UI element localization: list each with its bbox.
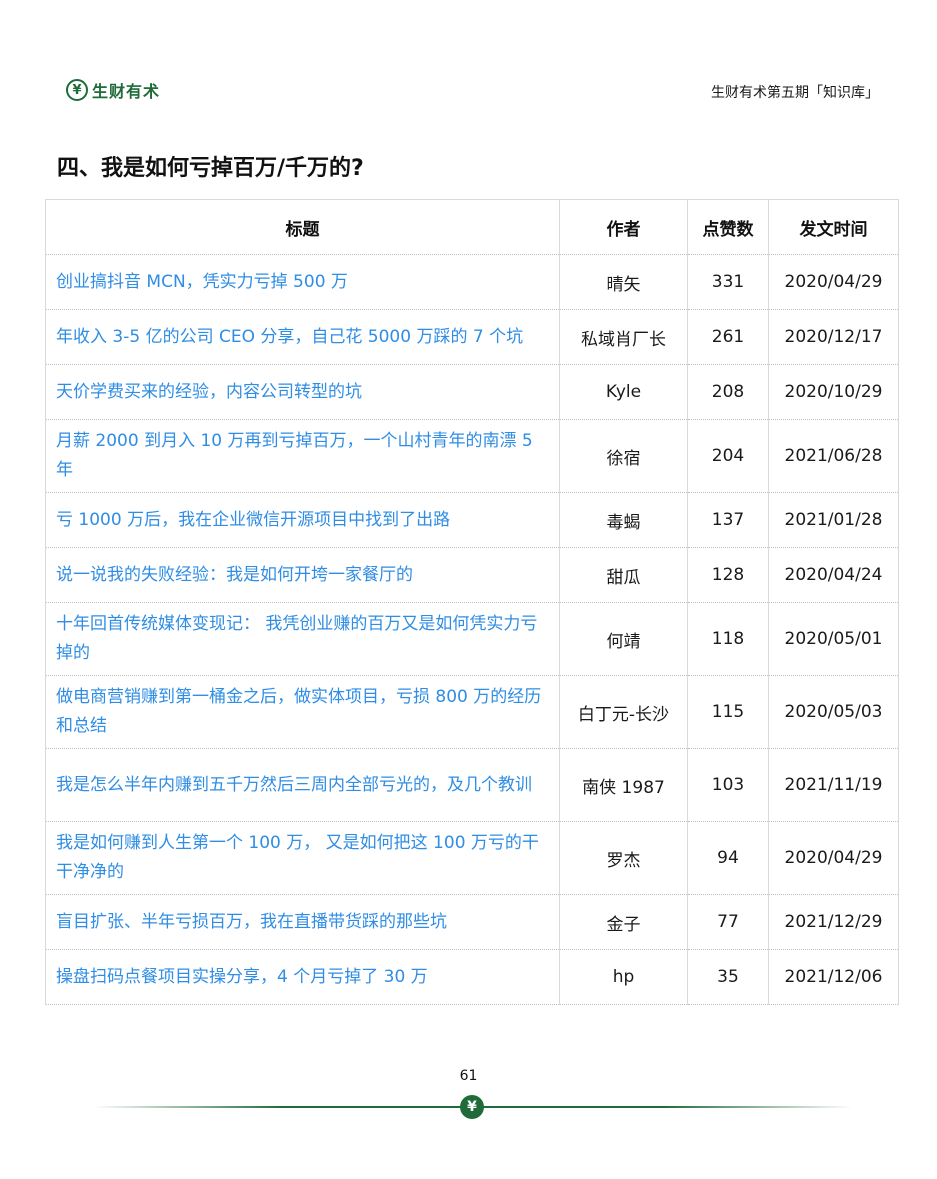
article-author: 毒蝎 [559, 492, 688, 548]
article-title-link[interactable]: 做电商营销赚到第一桶金之后，做实体项目，亏损 800 万的经历和总结 [45, 675, 560, 749]
article-author: 罗杰 [559, 821, 688, 895]
article-date: 2020/12/17 [768, 309, 899, 365]
article-likes: 94 [687, 821, 769, 895]
table-row: 操盘扫码点餐项目实操分享，4 个月亏掉了 30 万 hp 35 2021/12/… [45, 949, 899, 1005]
article-author: hp [559, 949, 688, 1005]
article-date: 2020/04/29 [768, 254, 899, 310]
article-date: 2020/04/29 [768, 821, 899, 895]
article-likes: 204 [687, 419, 769, 493]
table-row: 创业搞抖音 MCN，凭实力亏掉 500 万 晴矢 331 2020/04/29 [45, 254, 899, 310]
brand-logo: ¥ 生财有术 [66, 78, 160, 102]
article-title-link[interactable]: 亏 1000 万后，我在企业微信开源项目中找到了出路 [45, 492, 560, 548]
table-row: 年收入 3-5 亿的公司 CEO 分享，自己花 5000 万踩的 7 个坑 私域… [45, 309, 899, 365]
column-header-author: 作者 [559, 199, 688, 255]
article-likes: 115 [687, 675, 769, 749]
article-title-link[interactable]: 创业搞抖音 MCN，凭实力亏掉 500 万 [45, 254, 560, 310]
article-date: 2020/05/01 [768, 602, 899, 676]
article-likes: 103 [687, 748, 769, 822]
article-likes: 137 [687, 492, 769, 548]
page-number: 61 [459, 1068, 478, 1084]
table-row: 月薪 2000 到月入 10 万再到亏掉百万，一个山村青年的南漂 5 年 徐宿 … [45, 419, 899, 493]
section-title: 四、我是如何亏掉百万/千万的? [57, 156, 364, 181]
column-header-title: 标题 [45, 199, 560, 255]
article-title-link[interactable]: 操盘扫码点餐项目实操分享，4 个月亏掉了 30 万 [45, 949, 560, 1005]
article-likes: 331 [687, 254, 769, 310]
article-title-link[interactable]: 我是怎么半年内赚到五千万然后三周内全部亏光的，及几个教训 [45, 748, 560, 822]
article-likes: 35 [687, 949, 769, 1005]
table-row: 十年回首传统媒体变现记： 我凭创业赚的百万又是如何凭实力亏掉的 何靖 118 2… [45, 602, 899, 676]
article-likes: 261 [687, 309, 769, 365]
footer-coin-icon: ¥ [460, 1095, 484, 1119]
article-date: 2021/01/28 [768, 492, 899, 548]
article-likes: 118 [687, 602, 769, 676]
article-title-link[interactable]: 盲目扩张、半年亏损百万，我在直播带货踩的那些坑 [45, 894, 560, 950]
article-title-link[interactable]: 我是如何赚到人生第一个 100 万， 又是如何把这 100 万亏的干干净净的 [45, 821, 560, 895]
article-author: 南侠 1987 [559, 748, 688, 822]
article-author: 私域肖厂长 [559, 309, 688, 365]
article-author: 晴矢 [559, 254, 688, 310]
article-date: 2020/10/29 [768, 364, 899, 420]
article-author: 徐宿 [559, 419, 688, 493]
articles-table: 标题 作者 点赞数 发文时间 创业搞抖音 MCN，凭实力亏掉 500 万 晴矢 … [45, 199, 899, 1005]
article-title-link[interactable]: 年收入 3-5 亿的公司 CEO 分享，自己花 5000 万踩的 7 个坑 [45, 309, 560, 365]
logo-text: 生财有术 [92, 82, 161, 101]
article-title-link[interactable]: 天价学费买来的经验，内容公司转型的坑 [45, 364, 560, 420]
logo-coin-icon: ¥ [66, 79, 88, 101]
table-row: 说一说我的失败经验：我是如何开垮一家餐厅的 甜瓜 128 2020/04/24 [45, 547, 899, 603]
column-header-likes: 点赞数 [687, 199, 769, 255]
table-header-row: 标题 作者 点赞数 发文时间 [45, 199, 899, 255]
table-row: 天价学费买来的经验，内容公司转型的坑 Kyle 208 2020/10/29 [45, 364, 899, 420]
article-date: 2021/11/19 [768, 748, 899, 822]
article-title-link[interactable]: 十年回首传统媒体变现记： 我凭创业赚的百万又是如何凭实力亏掉的 [45, 602, 560, 676]
article-author: 金子 [559, 894, 688, 950]
table-row: 我是怎么半年内赚到五千万然后三周内全部亏光的，及几个教训 南侠 1987 103… [45, 748, 899, 822]
article-date: 2021/12/29 [768, 894, 899, 950]
article-author: 何靖 [559, 602, 688, 676]
table-row: 我是如何赚到人生第一个 100 万， 又是如何把这 100 万亏的干干净净的 罗… [45, 821, 899, 895]
article-date: 2021/12/06 [768, 949, 899, 1005]
article-title-link[interactable]: 月薪 2000 到月入 10 万再到亏掉百万，一个山村青年的南漂 5 年 [45, 419, 560, 493]
article-author: Kyle [559, 364, 688, 420]
column-header-date: 发文时间 [768, 199, 899, 255]
article-date: 2020/05/03 [768, 675, 899, 749]
header-issue-label: 生财有术第五期「知识库」 [711, 85, 879, 101]
table-row: 亏 1000 万后，我在企业微信开源项目中找到了出路 毒蝎 137 2021/0… [45, 492, 899, 548]
table-row: 做电商营销赚到第一桶金之后，做实体项目，亏损 800 万的经历和总结 白丁元-长… [45, 675, 899, 749]
article-likes: 208 [687, 364, 769, 420]
article-date: 2020/04/24 [768, 547, 899, 603]
article-title-link[interactable]: 说一说我的失败经验：我是如何开垮一家餐厅的 [45, 547, 560, 603]
article-likes: 128 [687, 547, 769, 603]
article-author: 白丁元-长沙 [559, 675, 688, 749]
article-likes: 77 [687, 894, 769, 950]
article-author: 甜瓜 [559, 547, 688, 603]
table-row: 盲目扩张、半年亏损百万，我在直播带货踩的那些坑 金子 77 2021/12/29 [45, 894, 899, 950]
article-date: 2021/06/28 [768, 419, 899, 493]
